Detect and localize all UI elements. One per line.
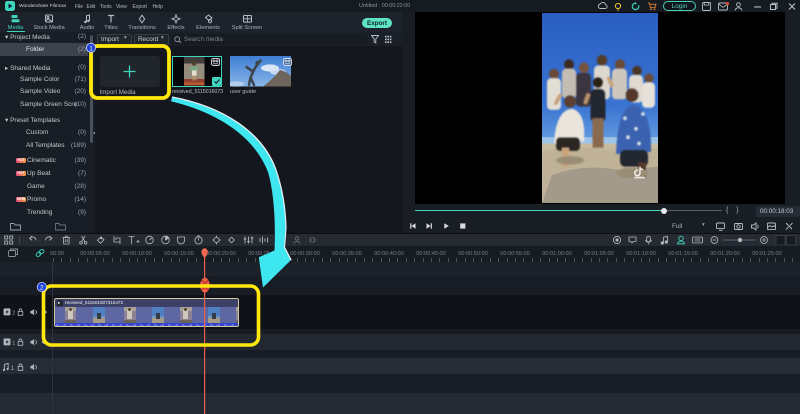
- svg-text:2: 2: [40, 285, 44, 292]
- svg-text:1: 1: [89, 45, 93, 52]
